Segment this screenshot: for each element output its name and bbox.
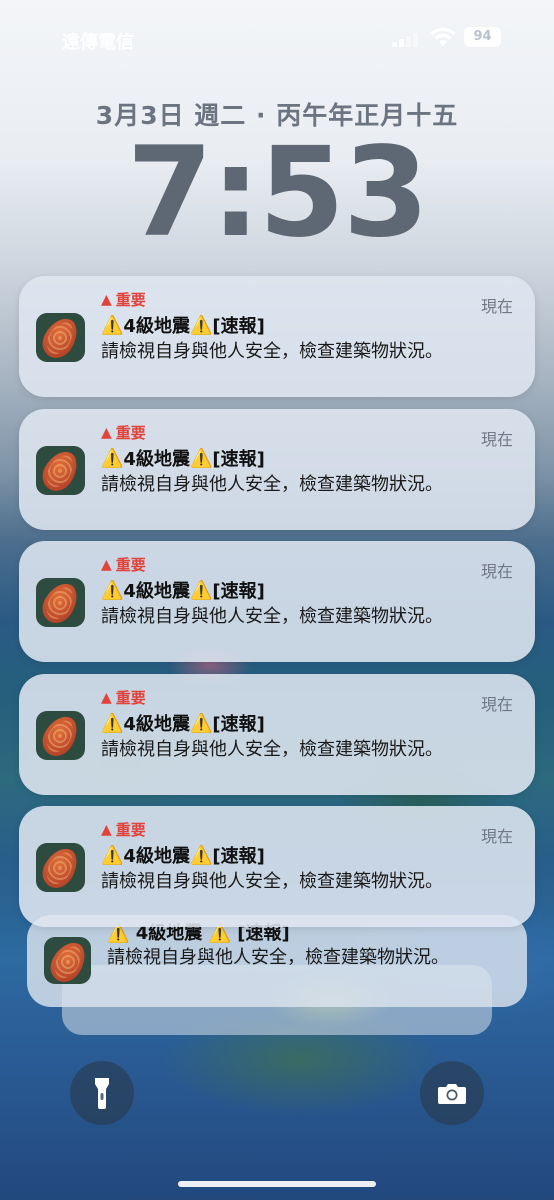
priority-label: ▲ 重要 (101, 289, 146, 310)
notification-time: 現在 (480, 827, 513, 846)
battery-level: 94 (464, 27, 501, 47)
notification-title: ⚠️ 4級地震 ⚠️ [速報] (101, 445, 265, 471)
priority-label: ▲ 重要 (101, 554, 146, 575)
priority-text: 重要 (115, 689, 146, 707)
app-icon (36, 843, 85, 892)
notification-title-text: 4級地震 (123, 449, 190, 470)
priority-text: 重要 (115, 556, 146, 574)
priority-label: ▲ 重要 (101, 422, 146, 443)
priority-label: ▲ 重要 (101, 687, 146, 708)
warning-triangle-icon: ⚠️ (101, 579, 124, 601)
alert-triangle-icon: ▲ (101, 689, 112, 706)
carrier-name: 遠傳電信 (62, 32, 134, 53)
warning-triangle-icon: ⚠️ (189, 579, 213, 601)
warning-triangle-icon: ⚠️ (101, 314, 124, 336)
warning-triangle-icon: ⚠️ (101, 712, 124, 734)
notification-title-text: 4級地震 (123, 581, 190, 602)
priority-text: 重要 (115, 291, 146, 309)
notification-title-tag: [速報] (212, 316, 265, 337)
priority-text: 重要 (115, 424, 146, 442)
alert-triangle-icon: ▲ (101, 424, 112, 441)
app-icon (36, 313, 85, 362)
app-icon (36, 578, 85, 627)
lockscreen-clock: 7:53 (126, 121, 429, 265)
notification-body: 請檢視自身與他人安全，檢查建築物狀況。 (101, 871, 443, 892)
notification-title: ⚠️ 4級地震 ⚠️ [速報] (101, 577, 265, 603)
cellular-signal-icon (392, 33, 422, 47)
home-indicator[interactable] (178, 1181, 376, 1187)
notification-title-text: 4級地震 (123, 714, 190, 735)
app-icon (36, 711, 85, 760)
notification-card[interactable]: ▲ 重要 現在 ⚠️ 4級地震 ⚠️ [速報] 請檢視自身與他人安全，檢查建築物… (19, 276, 535, 397)
priority-text: 重要 (115, 821, 146, 839)
status-bar: 遠傳電信 94 (0, 0, 554, 70)
warning-triangle-icon: ⚠️ (189, 844, 213, 866)
notification-card[interactable]: ▲ 重要 現在 ⚠️ 4級地震 ⚠️ [速報] 請檢視自身與他人安全，檢查建築物… (19, 806, 535, 927)
warning-triangle-icon: ⚠️ (101, 844, 124, 866)
flashlight-button[interactable] (70, 1061, 134, 1125)
notification-time: 現在 (480, 297, 513, 316)
stacked-notification[interactable]: ⚠️ 4級地震 ⚠️ [速報] 請檢視自身與他人安全，檢查建築物狀況。 (27, 915, 527, 1007)
flashlight-icon (95, 1078, 109, 1109)
notification-card[interactable]: ▲ 重要 現在 ⚠️ 4級地震 ⚠️ [速報] 請檢視自身與他人安全，檢查建築物… (19, 674, 535, 795)
warning-triangle-icon: ⚠️ (101, 447, 124, 469)
notification-title-tag: [速報] (212, 846, 265, 867)
notification-title: ⚠️ 4級地震 ⚠️ [速報] (101, 842, 265, 868)
notification-title-text: 4級地震 (123, 316, 190, 337)
alert-triangle-icon: ▲ (101, 821, 112, 838)
wifi-icon (430, 28, 456, 46)
notification-body: 請檢視自身與他人安全，檢查建築物狀況。 (101, 739, 443, 760)
app-icon (36, 446, 85, 495)
notification-title-tag: [速報] (212, 714, 265, 735)
warning-triangle-icon: ⚠️ (189, 712, 213, 734)
notification-card[interactable]: ▲ 重要 現在 ⚠️ 4級地震 ⚠️ [速報] 請檢視自身與他人安全，檢查建築物… (19, 409, 535, 530)
notification-time: 現在 (480, 430, 513, 449)
app-icon (44, 937, 91, 984)
camera-button[interactable] (420, 1061, 484, 1125)
notification-body: 請檢視自身與他人安全，檢查建築物狀況。 (101, 341, 443, 362)
notification-body: 請檢視自身與他人安全，檢查建築物狀況。 (101, 474, 443, 495)
alert-triangle-icon: ▲ (101, 291, 112, 308)
notification-title: ⚠️ 4級地震 ⚠️ [速報] (101, 710, 265, 736)
notification-time: 現在 (480, 562, 513, 581)
notification-title: ⚠️ 4級地震 ⚠️ [速報] (101, 312, 265, 338)
notification-title-tag: [速報] (212, 449, 265, 470)
warning-triangle-icon: ⚠️ (189, 314, 213, 336)
notification-title-text: 4級地震 (123, 846, 190, 867)
alert-triangle-icon: ▲ (101, 556, 112, 573)
notification-time: 現在 (480, 695, 513, 714)
stacked-notification-body: 請檢視自身與他人安全，檢查建築物狀況。 (107, 947, 449, 968)
warning-triangle-icon: ⚠️ (189, 447, 213, 469)
notification-card[interactable]: ▲ 重要 現在 ⚠️ 4級地震 ⚠️ [速報] 請檢視自身與他人安全，檢查建築物… (19, 541, 535, 662)
camera-icon (438, 1084, 466, 1104)
notification-body: 請檢視自身與他人安全，檢查建築物狀況。 (101, 606, 443, 627)
priority-label: ▲ 重要 (101, 819, 146, 840)
notification-title-tag: [速報] (212, 581, 265, 602)
